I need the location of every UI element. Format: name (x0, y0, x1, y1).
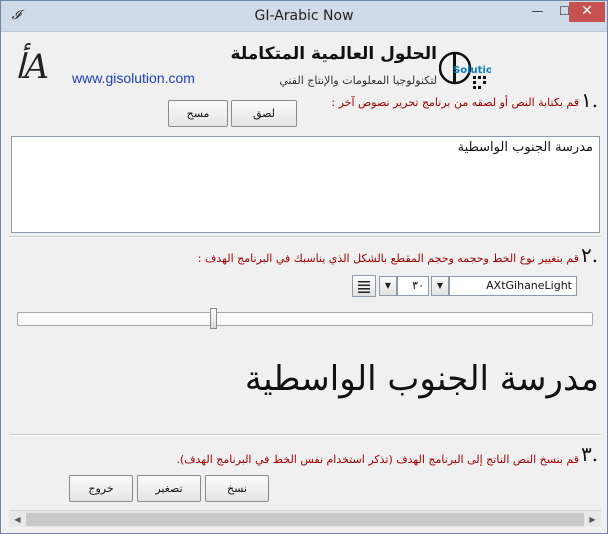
gi-arabic-logo-icon: ﺃA (15, 47, 50, 87)
app-window: 𝓘 GI-Arabic Now — ☐ ✕ ﺃA www.gisolution.… (0, 0, 608, 534)
copy-button[interactable]: نسخ (205, 475, 269, 502)
window-title: GI-Arabic Now (254, 8, 354, 24)
step1-number: ١. (581, 88, 599, 112)
client-area: ﺃA www.gisolution.com الحلول العالمية ال… (9, 32, 601, 527)
gi-solution-logo-icon: Solution (439, 51, 491, 89)
close-button[interactable]: ✕ (569, 2, 605, 22)
step2-number: ٢. (581, 243, 599, 267)
size-slider-track[interactable] (17, 312, 593, 326)
step1-instruction: قم بكتابة النص أو لصقه من برنامج تحرير ن… (331, 96, 579, 109)
title-bar[interactable]: 𝓘 GI-Arabic Now — ☐ ✕ (1, 1, 607, 32)
company-name: الحلول العالمية المتكاملة (230, 44, 437, 64)
website-link[interactable]: www.gisolution.com (72, 70, 195, 86)
company-tagline: لتكنولوجيا المعلومات والإنتاج الفني (279, 74, 437, 87)
font-name-field[interactable]: AXtGihaneLight (449, 276, 577, 296)
clear-button[interactable]: مسح (168, 100, 228, 127)
step2-instruction: قم بتغيير نوع الخط وحجمه وحجم المقطع بال… (197, 252, 579, 265)
alignment-button[interactable] (352, 275, 376, 297)
font-name-dropdown-arrow[interactable]: ▼ (431, 276, 449, 296)
section-divider (9, 236, 601, 238)
preview-text: مدرسة الجنوب الواسطية (244, 359, 599, 399)
font-size-field[interactable]: ٣٠ (397, 276, 429, 296)
scroll-right-arrow-icon[interactable]: ▶ (584, 511, 601, 528)
exit-button[interactable]: خروج (69, 475, 133, 502)
horizontal-scrollbar[interactable]: ◀ ▶ (9, 510, 601, 527)
step3-instruction: قم بنسخ النص الناتج إلى البرنامج الهدف (… (176, 453, 579, 466)
size-slider-thumb[interactable] (210, 308, 218, 329)
align-justify-icon (358, 281, 370, 293)
logo-text: Solution (453, 65, 491, 76)
font-size-dropdown-arrow[interactable]: ▼ (379, 276, 397, 296)
shrink-button[interactable]: تصغير (137, 475, 201, 502)
scroll-left-arrow-icon[interactable]: ◀ (9, 511, 26, 528)
step3-number: ٣. (581, 442, 599, 466)
section-divider (9, 434, 601, 436)
minimize-button[interactable]: — (524, 2, 551, 22)
source-text-input[interactable]: مدرسة الجنوب الواسطية (11, 136, 600, 233)
paste-button[interactable]: لصق (231, 100, 297, 127)
scrollbar-thumb[interactable] (26, 513, 584, 526)
